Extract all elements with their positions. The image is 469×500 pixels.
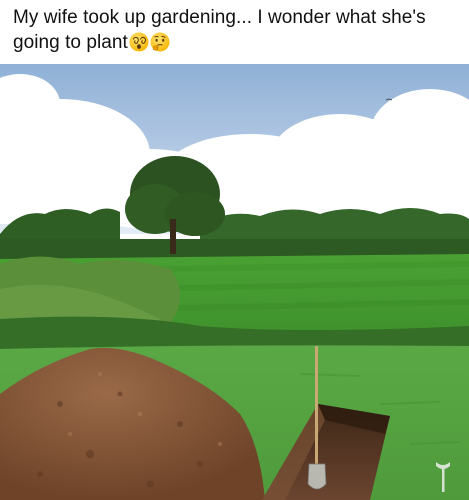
thinking-face-emoji-icon [150,32,170,52]
post-caption: My wife took up gardening... I wonder wh… [0,0,469,64]
meme-post: My wife took up gardening... I wonder wh… [0,0,469,500]
garden-photo [0,64,469,500]
caption-line-1: My wife took up gardening... I wonder wh… [13,7,426,28]
caption-line-2-text: going to plant [13,32,128,53]
dizzy-face-emoji-icon [129,32,149,52]
caption-line-2: going to plant [13,30,461,55]
